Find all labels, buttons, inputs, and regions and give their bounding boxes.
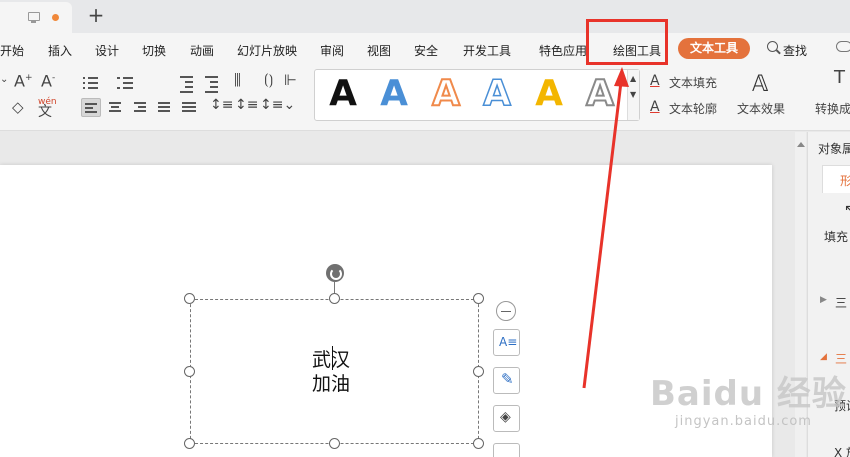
text-format-icon: A≡ bbox=[499, 335, 518, 349]
spacing-options-icon[interactable]: ↕≡⌄ bbox=[260, 98, 295, 112]
align-text-icon[interactable]: ⊩ bbox=[284, 73, 297, 88]
menu-developer[interactable]: 开发工具 bbox=[463, 42, 511, 59]
resize-handle-e[interactable] bbox=[473, 366, 484, 377]
panel-x[interactable]: X 放 bbox=[834, 444, 850, 457]
increase-font-icon[interactable]: A+ bbox=[14, 71, 33, 89]
textbox-line-2: 加油 bbox=[312, 373, 351, 395]
text-outline-button[interactable]: 文本轮廓 bbox=[669, 102, 717, 116]
text-fill-button[interactable]: 文本填充 bbox=[669, 76, 717, 90]
textbox-line-1: 武汉 bbox=[312, 349, 351, 371]
line-spacing-icon[interactable]: ↕≡ bbox=[210, 98, 233, 112]
text-style-black[interactable]: A bbox=[323, 74, 363, 114]
pinyin-guide-button[interactable]: 文 bbox=[38, 105, 52, 119]
tab-text-tools[interactable]: 文本工具 bbox=[678, 38, 750, 59]
new-tab-button[interactable]: + bbox=[86, 4, 106, 26]
unsaved-dot-icon bbox=[52, 14, 59, 21]
text-caret bbox=[332, 346, 333, 370]
text-effect-button[interactable]: 文本效果 bbox=[737, 102, 785, 116]
resize-handle-sw[interactable] bbox=[184, 438, 195, 449]
resize-handle-nw[interactable] bbox=[184, 293, 195, 304]
text-style-gray[interactable]: A bbox=[580, 73, 620, 115]
resize-handle-w[interactable] bbox=[184, 366, 195, 377]
menu-animation[interactable]: 动画 bbox=[190, 42, 214, 59]
chevron-down-icon[interactable]: ▼ bbox=[630, 88, 636, 102]
paragraph-spacing-icon[interactable]: ↕≡ bbox=[235, 98, 258, 112]
textbox-content[interactable]: 武汉 加油 bbox=[312, 348, 350, 396]
resize-handle-se[interactable] bbox=[473, 438, 484, 449]
scroll-up-icon[interactable] bbox=[797, 142, 805, 147]
text-outline-icon[interactable]: A bbox=[650, 100, 660, 114]
text-fill-icon[interactable]: A bbox=[650, 74, 660, 88]
text-style-gold[interactable]: A bbox=[529, 74, 569, 114]
text-style-orange-outline[interactable]: A bbox=[426, 73, 466, 115]
decrease-font-icon[interactable]: A- bbox=[41, 71, 55, 89]
annotation-highlight-box bbox=[586, 19, 668, 65]
watermark-url: jingyan.baidu.com bbox=[675, 414, 812, 429]
title-bar: + bbox=[0, 0, 850, 33]
menu-bar: 开始 插入 设计 切换 动画 幻灯片放映 审阅 视图 安全 开发工具 特色应用 … bbox=[0, 33, 850, 65]
text-format-tool[interactable]: A≡ bbox=[493, 329, 520, 356]
gallery-scroll[interactable]: ▲ ▼ bbox=[627, 70, 639, 120]
presentation-icon bbox=[28, 12, 40, 23]
text-style-gallery: A A A A A A ▲ ▼ bbox=[314, 69, 640, 121]
menu-home[interactable]: 开始 bbox=[0, 42, 24, 59]
font-dropdown-chevron-icon[interactable]: ⌄ bbox=[0, 73, 8, 87]
search-icon[interactable] bbox=[767, 41, 778, 52]
panel-title: 对象属 bbox=[818, 142, 850, 156]
menu-features[interactable]: 特色应用 bbox=[539, 42, 587, 59]
menu-security[interactable]: 安全 bbox=[414, 42, 438, 59]
text-direction-icon[interactable]: ⫼ bbox=[234, 73, 241, 88]
resize-handle-ne[interactable] bbox=[473, 293, 484, 304]
resize-handle-n[interactable] bbox=[329, 293, 340, 304]
collapse-button[interactable] bbox=[496, 301, 516, 321]
convert-button[interactable]: 转换成 bbox=[815, 102, 850, 116]
fill-bucket-icon: ◈ bbox=[500, 409, 511, 425]
panel-item-1[interactable]: 三 bbox=[835, 294, 847, 311]
document-tab[interactable] bbox=[0, 2, 72, 33]
resize-handle-s[interactable] bbox=[329, 438, 340, 449]
menu-view[interactable]: 视图 bbox=[367, 42, 391, 59]
chevron-up-icon[interactable]: ▲ bbox=[630, 72, 636, 86]
menu-insert[interactable]: 插入 bbox=[48, 42, 72, 59]
smart-shape-icon[interactable]: ⟮⟯ bbox=[264, 73, 273, 87]
search-label[interactable]: 查找 bbox=[783, 42, 807, 59]
panel-item-2[interactable]: 三 bbox=[835, 350, 847, 367]
text-style-blue[interactable]: A bbox=[374, 74, 414, 114]
clear-format-icon[interactable]: ◇ bbox=[12, 100, 24, 115]
fill-icon[interactable]: ↖ bbox=[844, 202, 850, 218]
menu-review[interactable]: 审阅 bbox=[320, 42, 344, 59]
menu-slideshow[interactable]: 幻灯片放映 bbox=[237, 42, 297, 59]
baidu-watermark: Baidu 经验 bbox=[650, 374, 847, 414]
menu-transition[interactable]: 切换 bbox=[142, 42, 166, 59]
rotate-handle-icon[interactable] bbox=[326, 264, 344, 282]
brush-icon: ✎ bbox=[501, 370, 514, 388]
more-tool[interactable] bbox=[493, 443, 520, 457]
collapse-arrow-icon[interactable]: ◢ bbox=[820, 352, 827, 362]
convert-icon[interactable]: T bbox=[834, 69, 845, 87]
menu-design[interactable]: 设计 bbox=[95, 42, 119, 59]
panel-tab-shape[interactable]: 形 bbox=[822, 165, 850, 193]
expand-arrow-icon[interactable]: ▶ bbox=[820, 295, 827, 305]
panel-fill-label[interactable]: 填充 bbox=[824, 228, 848, 245]
align-left-button[interactable] bbox=[81, 98, 101, 117]
cloud-icon[interactable] bbox=[836, 41, 850, 52]
ribbon-toolbar: ⌄ A+ A- ◇ wén 文 ⫼ ⟮⟯ ⊩ ↕≡ ↕≡ ↕≡⌄ A A A A… bbox=[0, 65, 850, 131]
fill-tool[interactable]: ◈ bbox=[493, 405, 520, 432]
text-effect-icon[interactable]: 𝔸 bbox=[752, 72, 768, 97]
text-style-blue-outline[interactable]: A bbox=[477, 73, 517, 115]
brush-tool[interactable]: ✎ bbox=[493, 367, 520, 394]
